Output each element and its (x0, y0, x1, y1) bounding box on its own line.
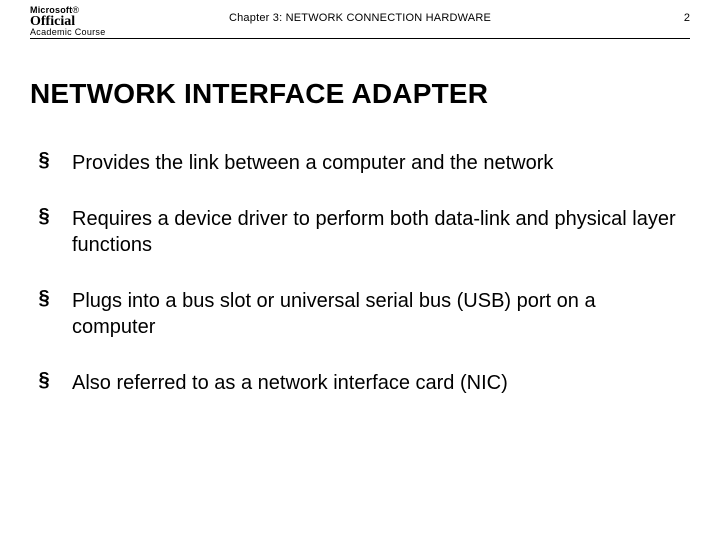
bullet-list: § Provides the link between a computer a… (38, 150, 680, 426)
list-item: § Plugs into a bus slot or universal ser… (38, 288, 680, 340)
bullet-marker-icon: § (38, 288, 72, 314)
slide-header: Microsoft® Official Academic Course Chap… (0, 0, 720, 40)
bullet-text: Provides the link between a computer and… (72, 150, 680, 176)
bullet-marker-icon: § (38, 150, 72, 176)
bullet-text: Also referred to as a network interface … (72, 370, 680, 396)
header-divider (30, 38, 690, 39)
bullet-text: Requires a device driver to perform both… (72, 206, 680, 258)
page-title: NETWORK INTERFACE ADAPTER (30, 78, 488, 110)
bullet-text: Plugs into a bus slot or universal seria… (72, 288, 680, 340)
list-item: § Also referred to as a network interfac… (38, 370, 680, 396)
list-item: § Requires a device driver to perform bo… (38, 206, 680, 258)
chapter-label: Chapter 3: NETWORK CONNECTION HARDWARE (0, 12, 720, 24)
bullet-marker-icon: § (38, 370, 72, 396)
logo-line3: Academic Course (30, 28, 106, 37)
page-number: 2 (684, 12, 690, 24)
list-item: § Provides the link between a computer a… (38, 150, 680, 176)
bullet-marker-icon: § (38, 206, 72, 232)
